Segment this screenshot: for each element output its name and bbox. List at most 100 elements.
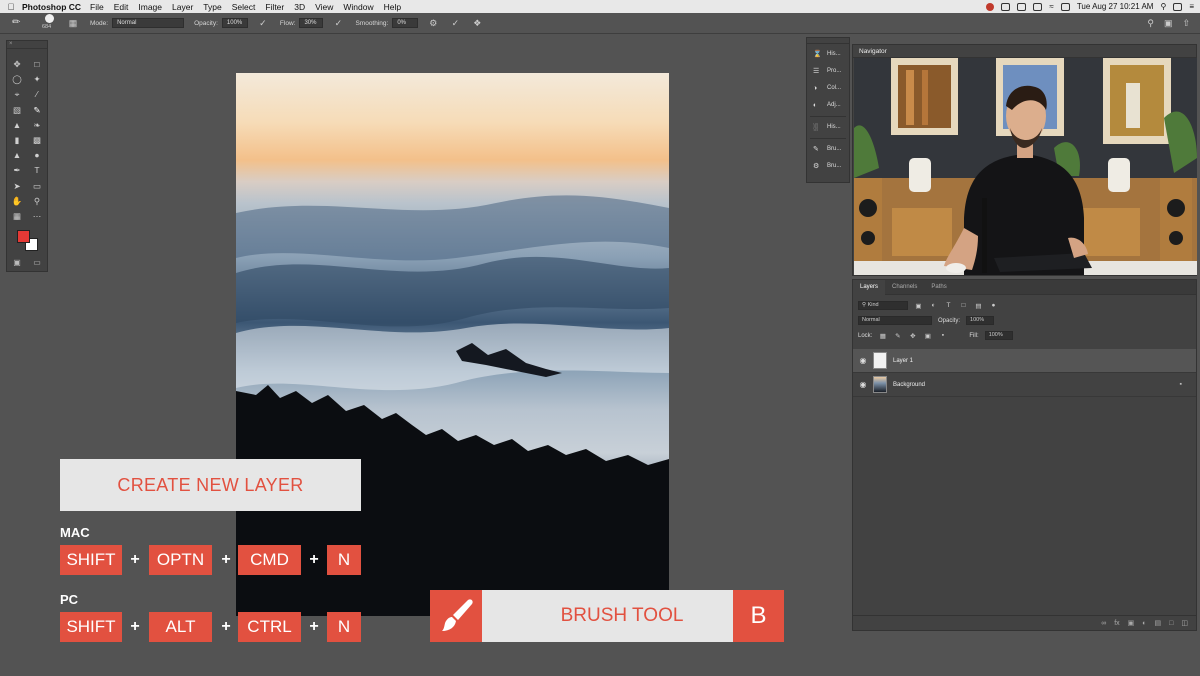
- filter-shape-icon[interactable]: □: [959, 302, 968, 309]
- menu-image[interactable]: Image: [138, 2, 162, 12]
- tab-layers[interactable]: Layers: [853, 279, 886, 295]
- share-icon[interactable]: ⇧: [1182, 18, 1190, 29]
- eyedropper-tool-icon[interactable]: ⁄: [27, 87, 47, 102]
- layer-row-layer-1[interactable]: ◉ Layer 1: [853, 349, 1196, 373]
- hand-tool-icon[interactable]: ✋: [7, 194, 27, 209]
- opacity-field[interactable]: 100%: [221, 18, 248, 28]
- filter-adjustment-icon[interactable]: ◐: [929, 302, 938, 309]
- layer-lock-icon[interactable]: ▪: [1180, 381, 1182, 388]
- pen-tool-icon[interactable]: ✒: [7, 163, 27, 178]
- foreground-color-swatch[interactable]: [17, 230, 30, 244]
- panel-color[interactable]: ◑ Col...: [807, 81, 849, 95]
- navigator-title[interactable]: Navigator: [853, 45, 1196, 58]
- control-center-icon[interactable]: [1173, 2, 1183, 11]
- eraser-tool-icon[interactable]: ▮: [7, 133, 27, 148]
- more-tools-icon[interactable]: ⋯: [27, 209, 47, 224]
- document-canvas[interactable]: [236, 73, 669, 616]
- camera-icon[interactable]: [1017, 2, 1027, 11]
- screen-mode-icon[interactable]: ▭: [33, 258, 41, 267]
- panel-brushes[interactable]: ✎ Bru...: [807, 142, 849, 156]
- tab-channels[interactable]: Channels: [885, 280, 924, 295]
- lock-position-icon[interactable]: ✥: [908, 332, 917, 340]
- healing-brush-tool-icon[interactable]: ▧: [7, 103, 27, 118]
- panel-adjustments[interactable]: ◐ Adj...: [807, 98, 849, 112]
- smoothing-options-icon[interactable]: ⚙: [426, 17, 440, 29]
- menu-view[interactable]: View: [315, 2, 333, 12]
- menu-select[interactable]: Select: [232, 2, 256, 12]
- crop-tool-icon[interactable]: ⌖: [7, 87, 27, 102]
- flow-field[interactable]: 30%: [299, 18, 324, 28]
- mode-select[interactable]: Normal: [112, 18, 185, 28]
- magic-wand-tool-icon[interactable]: ✦: [27, 72, 47, 87]
- move-tool-icon[interactable]: ✥: [7, 57, 27, 72]
- menu-window[interactable]: Window: [343, 2, 373, 12]
- gradient-tool-icon[interactable]: ▩: [27, 133, 47, 148]
- path-selection-tool-icon[interactable]: ➤: [7, 179, 27, 194]
- panel-histogram[interactable]: ░ His...: [807, 120, 849, 134]
- menu-help[interactable]: Help: [384, 2, 401, 12]
- brush-preset-icon[interactable]: ✏: [12, 17, 24, 29]
- app-menu[interactable]: Photoshop CC: [22, 2, 81, 12]
- filter-kind-select[interactable]: ⚲ Kind: [858, 301, 908, 310]
- search-icon[interactable]: ⚲: [1147, 18, 1154, 29]
- apple-icon[interactable]: : [0, 2, 22, 12]
- history-brush-tool-icon[interactable]: ❧: [27, 118, 47, 133]
- delete-layer-icon[interactable]: ◫: [1181, 619, 1188, 627]
- menu-list-icon[interactable]: ≡: [1189, 2, 1194, 11]
- marquee-tool-icon[interactable]: □: [27, 57, 47, 72]
- workspace-icon[interactable]: ▣: [1164, 18, 1173, 29]
- toolbox-header[interactable]: ×: [7, 41, 47, 49]
- link-layers-icon[interactable]: ∞: [1101, 620, 1106, 627]
- record-icon[interactable]: [986, 2, 995, 11]
- menu-layer[interactable]: Layer: [172, 2, 193, 12]
- quick-mask-icon[interactable]: ▣: [13, 258, 21, 267]
- lock-transparency-icon[interactable]: ▦: [878, 332, 887, 340]
- blur-tool-icon[interactable]: ▲: [7, 148, 27, 163]
- symmetry-icon[interactable]: ❖: [470, 17, 484, 29]
- new-adjustment-icon[interactable]: ◐: [1142, 620, 1146, 627]
- layer-style-icon[interactable]: fx: [1114, 620, 1119, 627]
- layer-name[interactable]: Layer 1: [893, 358, 913, 364]
- dropbox-icon[interactable]: [1033, 2, 1043, 11]
- wifi-icon[interactable]: ≈: [1049, 2, 1053, 11]
- new-layer-icon[interactable]: □: [1169, 620, 1173, 627]
- lock-artboard-icon[interactable]: ▣: [923, 332, 932, 340]
- lock-image-icon[interactable]: ✎: [893, 332, 902, 340]
- filter-type-icon[interactable]: T: [944, 302, 953, 309]
- airplay-icon[interactable]: [1060, 2, 1070, 11]
- filter-smart-object-icon[interactable]: ▤: [974, 302, 983, 310]
- panel-properties[interactable]: ☰ Pro...: [807, 64, 849, 78]
- strip-grip[interactable]: [807, 38, 849, 44]
- blend-mode-select[interactable]: Normal: [858, 316, 932, 325]
- smoothing-field[interactable]: 0%: [392, 18, 419, 28]
- clone-stamp-tool-icon[interactable]: ▲: [7, 118, 27, 133]
- spotlight-icon[interactable]: ⚲: [1160, 2, 1166, 11]
- menu-3d[interactable]: 3D: [294, 2, 305, 12]
- rectangle-tool-icon[interactable]: ▭: [27, 179, 47, 194]
- brush-tool-icon[interactable]: ✎: [27, 103, 47, 118]
- lock-all-icon[interactable]: ▪: [938, 332, 947, 339]
- layer-row-background[interactable]: ◉ Background ▪: [853, 373, 1196, 397]
- layer-opacity-field[interactable]: 100%: [966, 316, 995, 325]
- tab-paths[interactable]: Paths: [924, 280, 953, 295]
- dodge-tool-icon[interactable]: ●: [27, 148, 47, 163]
- menu-file[interactable]: File: [90, 2, 104, 12]
- new-group-icon[interactable]: ▤: [1155, 619, 1162, 627]
- screen-icon[interactable]: [1001, 2, 1011, 11]
- lasso-tool-icon[interactable]: ◯: [7, 72, 27, 87]
- type-tool-icon[interactable]: T: [27, 163, 47, 178]
- pressure-opacity-icon[interactable]: ✓: [256, 17, 270, 29]
- filter-toggle-icon[interactable]: ●: [989, 302, 998, 309]
- pressure-size-icon[interactable]: ✓: [448, 17, 462, 29]
- panel-brush-settings[interactable]: ⚙ Bru...: [807, 159, 849, 173]
- menu-type[interactable]: Type: [203, 2, 221, 12]
- brush-size-picker[interactable]: 684: [42, 14, 58, 32]
- add-mask-icon[interactable]: ▣: [1128, 619, 1135, 627]
- edit-toolbar-icon[interactable]: ▦: [7, 209, 27, 224]
- airbrush-icon[interactable]: ✓: [331, 17, 345, 29]
- filter-pixel-icon[interactable]: ▣: [914, 302, 923, 310]
- menu-filter[interactable]: Filter: [265, 2, 284, 12]
- fill-field[interactable]: 100%: [984, 331, 1013, 340]
- menu-edit[interactable]: Edit: [114, 2, 129, 12]
- visibility-eye-icon[interactable]: ◉: [853, 356, 873, 365]
